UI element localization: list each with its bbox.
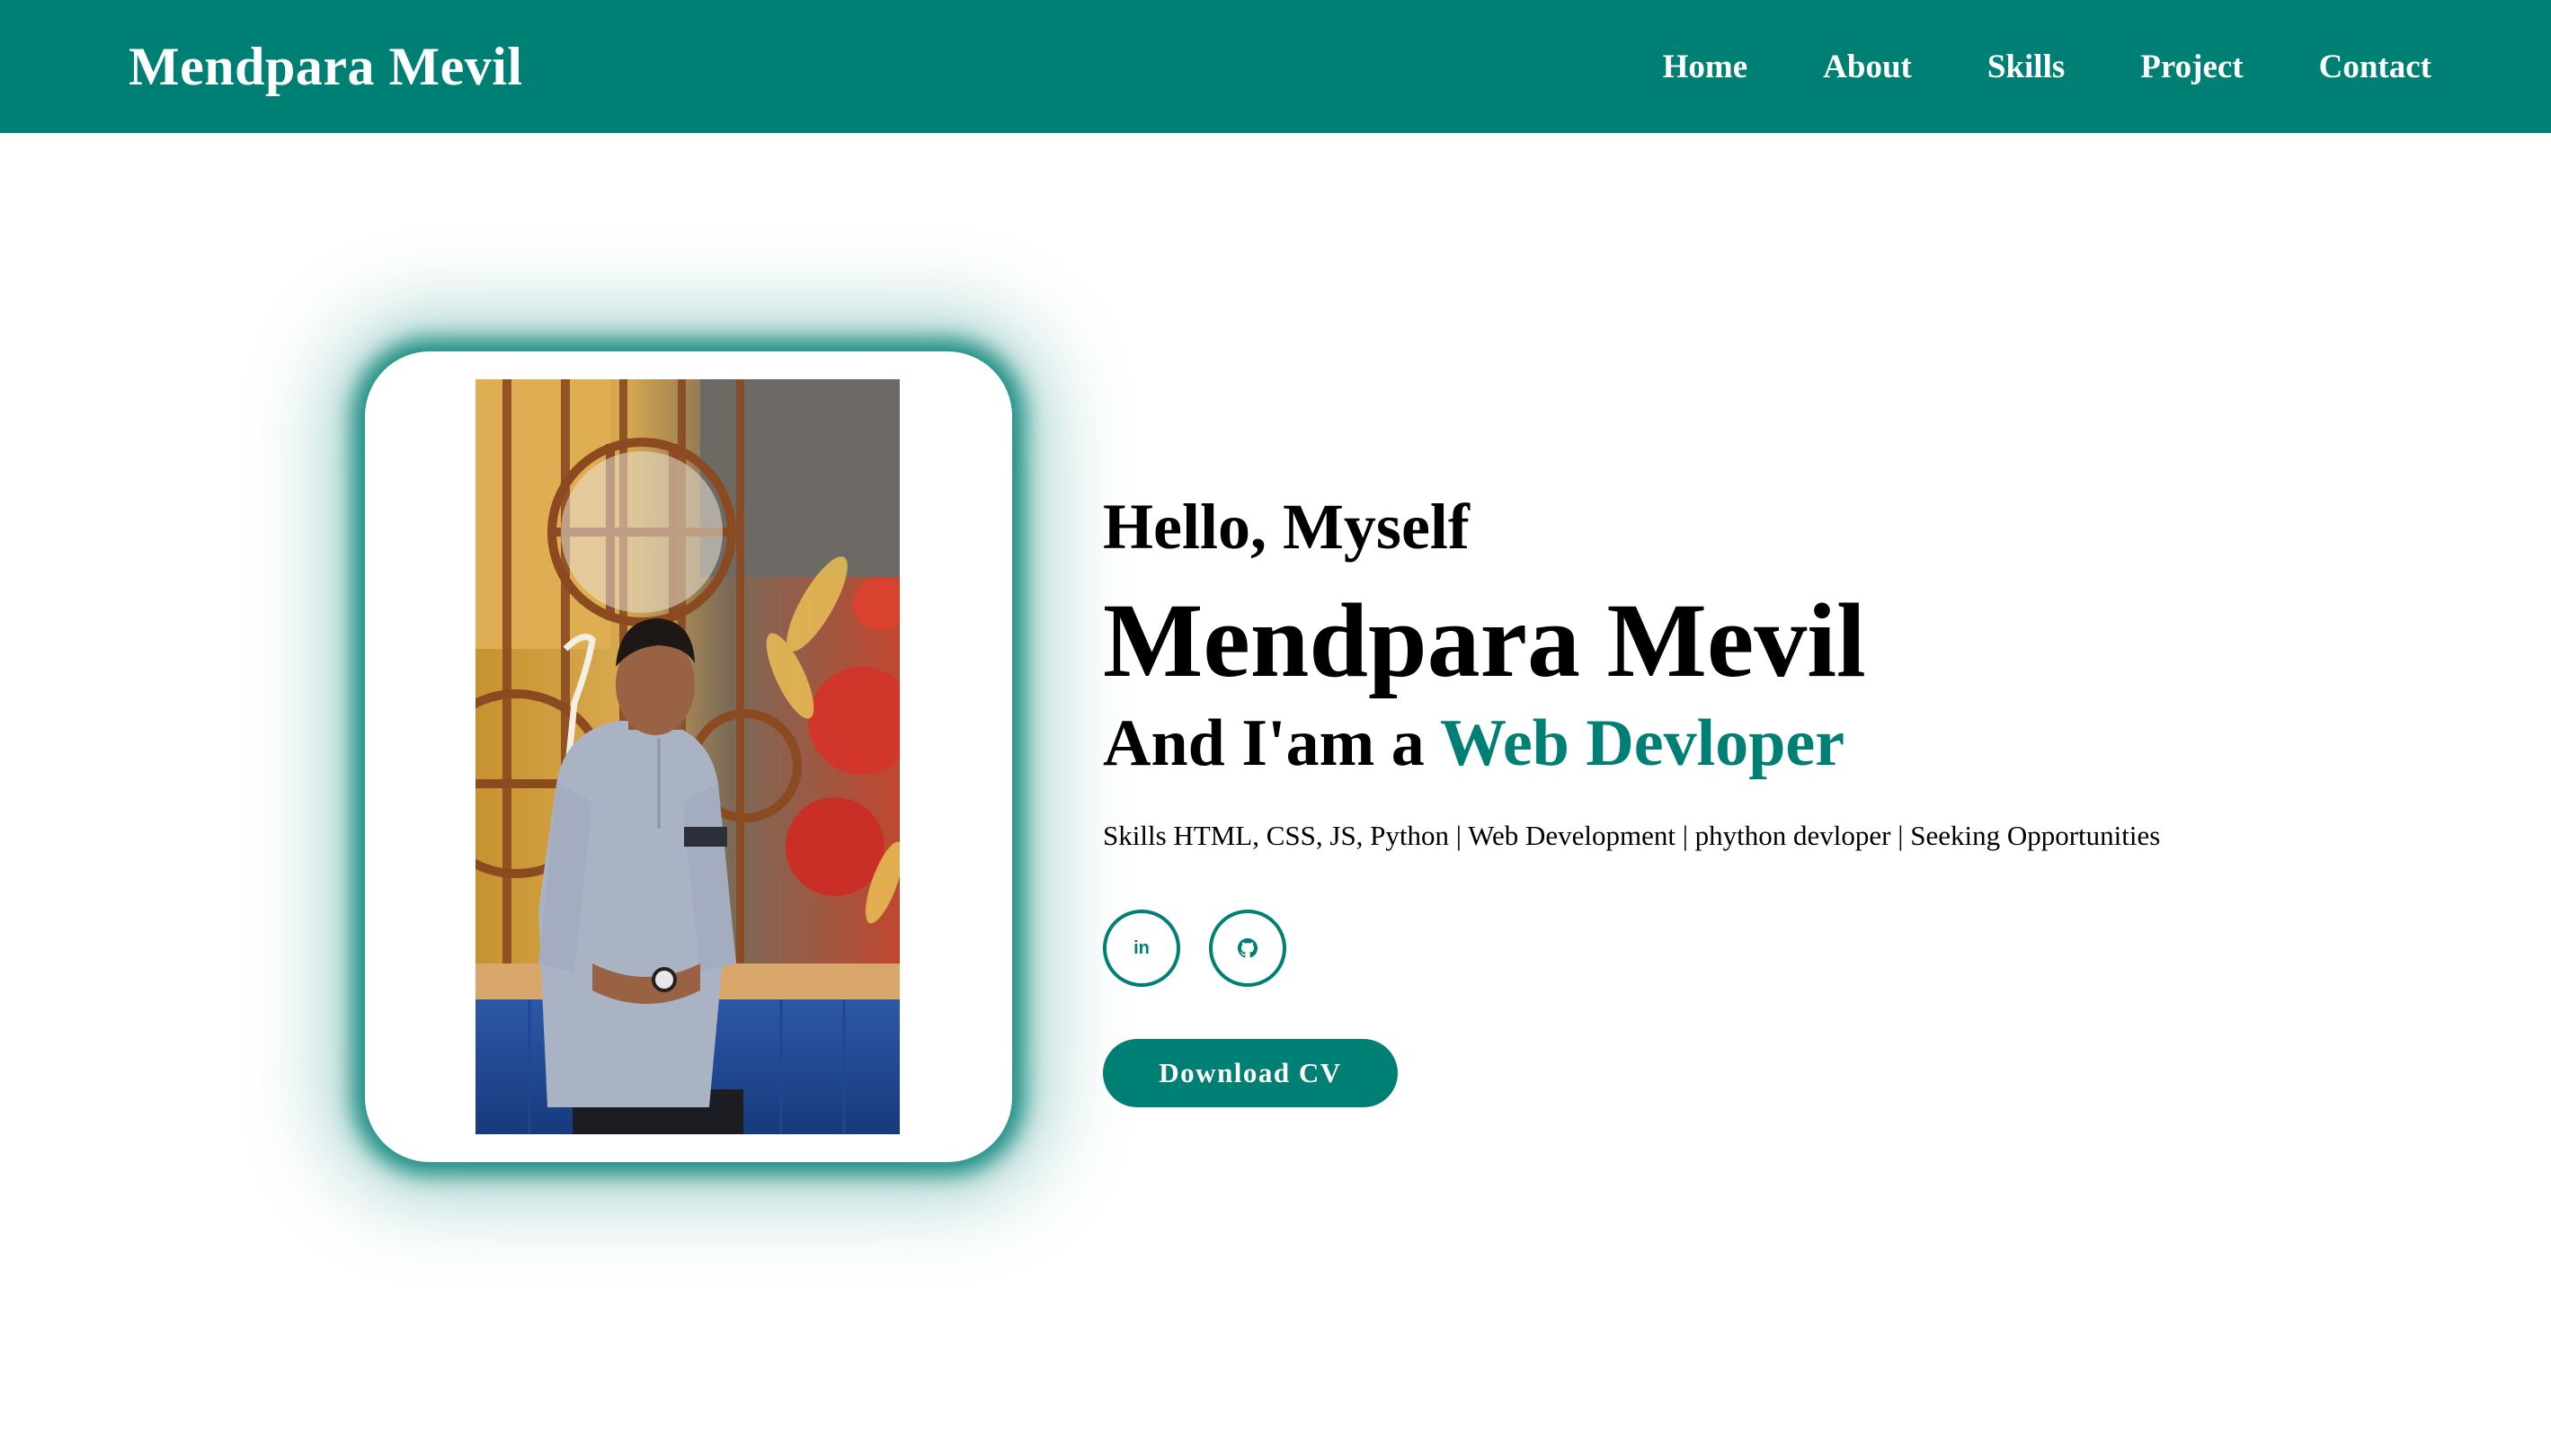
linkedin-link[interactable]: in: [1103, 910, 1180, 987]
download-cv-button[interactable]: Download CV: [1103, 1039, 1398, 1107]
top-navbar: Mendpara Mevil Home About Skills Project…: [0, 0, 2551, 133]
main-nav: Home About Skills Project Contact: [1663, 0, 2431, 133]
hero-name: Mendpara Mevil: [1103, 582, 1866, 699]
profile-photo: [476, 379, 900, 1134]
github-link[interactable]: [1209, 910, 1286, 987]
profile-photo-card: [365, 351, 1012, 1162]
hero-role-prefix: And I'am a: [1103, 706, 1425, 780]
nav-home-link[interactable]: Home: [1663, 48, 1748, 86]
hero-role-line: And I'am a Web Devloper: [1103, 706, 1844, 782]
hero-tagline: Skills HTML, CSS, JS, Python | Web Devel…: [1103, 820, 2161, 851]
nav-about-link[interactable]: About: [1823, 48, 1912, 86]
linkedin-icon: in: [1133, 938, 1150, 958]
hero-role: Web Devloper: [1439, 706, 1845, 780]
nav-contact-link[interactable]: Contact: [2319, 48, 2431, 86]
hero-greeting: Hello, Myself: [1103, 491, 1470, 563]
github-icon: [1238, 938, 1258, 958]
nav-skills-link[interactable]: Skills: [1987, 48, 2065, 86]
profile-photo-illustration: [476, 379, 900, 1134]
nav-project-link[interactable]: Project: [2140, 48, 2243, 86]
site-brand[interactable]: Mendpara Mevil: [129, 0, 523, 133]
